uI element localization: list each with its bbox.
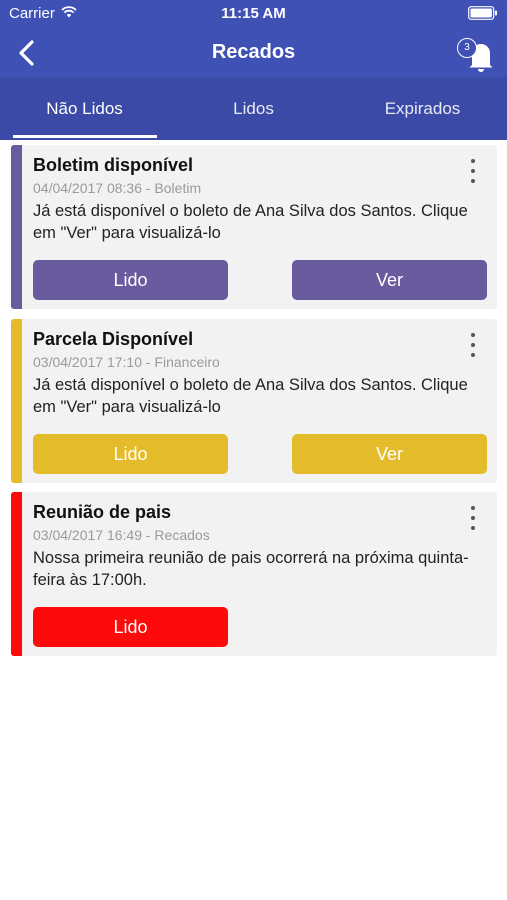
card-meta: 03/04/2017 16:49 - Recados <box>33 527 210 543</box>
notifications-button[interactable]: 3 <box>457 34 495 72</box>
card-meta: 03/04/2017 17:10 - Financeiro <box>33 354 220 370</box>
more-options-icon[interactable] <box>463 506 483 530</box>
message-card: Boletim disponível 04/04/2017 08:36 - Bo… <box>11 145 497 309</box>
card-body: Já está disponível o boleto de Ana Silva… <box>33 202 468 242</box>
view-button[interactable]: Ver <box>292 434 487 474</box>
status-bar: Carrier 11:15 AM <box>0 0 507 28</box>
tab-lidos[interactable]: Lidos <box>169 78 338 140</box>
tab-nao-lidos[interactable]: Não Lidos <box>0 78 169 140</box>
more-options-icon[interactable] <box>463 333 483 357</box>
card-title: Parcela Disponível <box>33 329 194 349</box>
card-accent-bar <box>11 145 22 309</box>
message-card: Reunião de pais 03/04/2017 16:49 - Recad… <box>11 492 497 656</box>
page-title: Recados <box>211 41 296 63</box>
card-body: Já está disponível o boleto de Ana Silva… <box>33 376 468 416</box>
battery-icon <box>468 6 498 24</box>
mark-read-button[interactable]: Lido <box>33 260 228 300</box>
tab-expirados[interactable]: Expirados <box>338 78 507 140</box>
card-title: Reunião de pais <box>33 502 172 522</box>
mark-read-button[interactable]: Lido <box>33 434 228 474</box>
notification-count-badge: 3 <box>457 38 477 58</box>
message-card: Parcela Disponível 03/04/2017 17:10 - Fi… <box>11 319 497 483</box>
more-options-icon[interactable] <box>463 159 483 183</box>
view-button[interactable]: Ver <box>292 260 487 300</box>
card-accent-bar <box>11 319 22 483</box>
navbar: Recados 3 <box>0 28 507 78</box>
tab-bar: Não Lidos Lidos Expirados <box>0 78 507 140</box>
card-title: Boletim disponível <box>33 155 194 175</box>
card-body: Nossa primeira reunião de pais ocorrerá … <box>33 549 469 589</box>
card-accent-bar <box>11 492 22 656</box>
card-meta: 04/04/2017 08:36 - Boletim <box>33 180 202 196</box>
status-time: 11:15 AM <box>221 5 286 22</box>
mark-read-button[interactable]: Lido <box>33 607 228 647</box>
